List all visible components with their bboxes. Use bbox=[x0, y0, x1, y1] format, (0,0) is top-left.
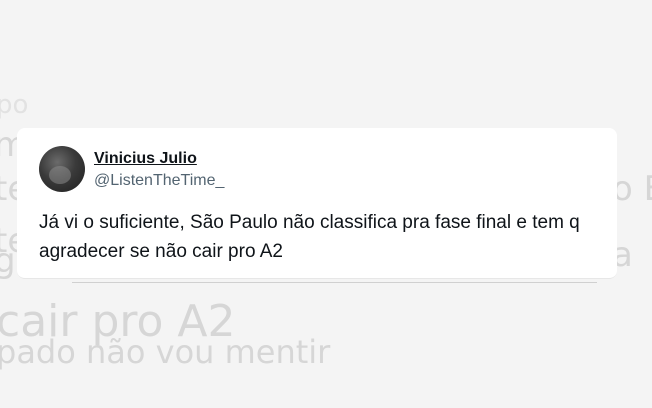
tweet-author-name[interactable]: Vinicius Julio bbox=[94, 150, 197, 168]
background-text-fragment: pado não vou mentir bbox=[0, 333, 331, 371]
avatar[interactable] bbox=[39, 146, 85, 192]
background-text-fragment: o E bbox=[612, 169, 652, 209]
tweet-card[interactable]: Vinicius Julio @ListenTheTime_ Já vi o s… bbox=[17, 128, 617, 283]
divider bbox=[72, 282, 597, 283]
tweet-text: Já vi o suficiente, São Paulo não classi… bbox=[39, 212, 580, 262]
avatar-photo-detail bbox=[49, 166, 71, 184]
tweet-author-handle[interactable]: @ListenTheTime_ bbox=[94, 172, 224, 190]
background-text-fragment: po bbox=[0, 90, 29, 120]
